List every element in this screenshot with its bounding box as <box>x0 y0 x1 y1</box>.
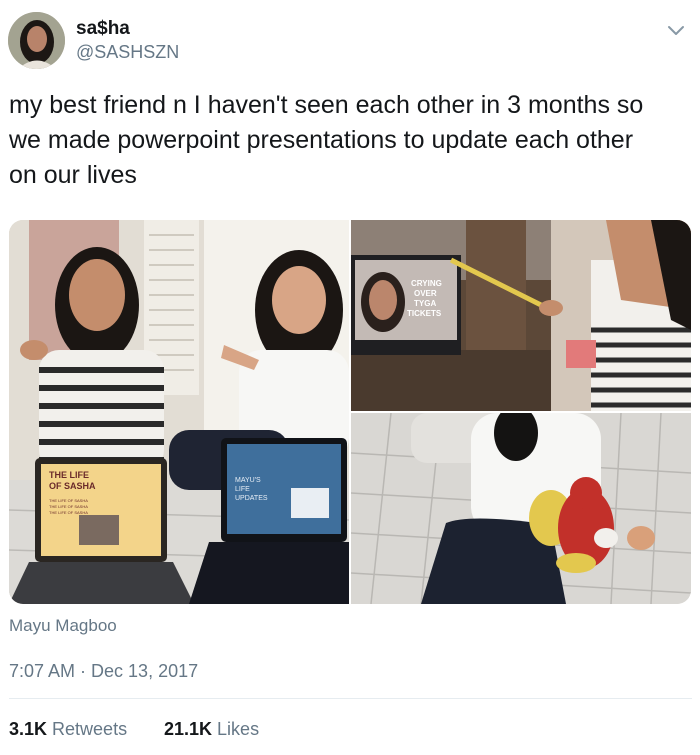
divider <box>9 698 692 699</box>
photo-laptop-crying-slide[interactable]: CRYING OVER TYGA TICKETS <box>351 220 691 411</box>
tweet-header: sa$ha @SASHSZN <box>0 0 700 80</box>
avatar[interactable] <box>8 12 65 69</box>
slide-repeat-line: THE LIFE OF SASHA <box>49 498 88 503</box>
user-handle[interactable]: @SASHSZN <box>76 42 179 63</box>
slide-title-sasha: THE LIFE OF SASHA <box>49 470 96 491</box>
slide-repeat-line: THE LIFE OF SASHA <box>49 504 88 509</box>
photo-image: THE LIFE OF SASHA THE LIFE OF SASHA THE … <box>9 220 349 604</box>
likes-stat[interactable]: 21.1K Likes <box>164 719 259 740</box>
retweets-count: 3.1K <box>9 719 53 739</box>
chevron-down-icon[interactable] <box>666 20 686 40</box>
media-grid: THE LIFE OF SASHA THE LIFE OF SASHA THE … <box>9 220 691 604</box>
retweets-stat[interactable]: 3.1K Retweets <box>9 719 127 740</box>
photo-image: CRYING OVER TYGA TICKETS <box>351 220 691 411</box>
display-name[interactable]: sa$ha <box>76 18 130 40</box>
tweet-text: my best friend n I haven't seen each oth… <box>9 91 644 189</box>
retweets-label: Retweets <box>52 719 128 739</box>
media-caption[interactable]: Mayu Magboo <box>9 616 117 636</box>
likes-count: 21.1K <box>164 719 218 739</box>
slide-repeat-line: THE LIFE OF SASHA <box>49 510 88 515</box>
likes-label: Likes <box>217 719 260 739</box>
photo-plush-toy[interactable] <box>351 413 691 604</box>
profile-photo-icon <box>8 12 65 69</box>
photo-friends-with-laptops[interactable]: THE LIFE OF SASHA THE LIFE OF SASHA THE … <box>9 220 349 604</box>
tweet-timestamp[interactable]: 7:07 AM · Dec 13, 2017 <box>9 661 198 682</box>
photo-image <box>351 413 691 604</box>
